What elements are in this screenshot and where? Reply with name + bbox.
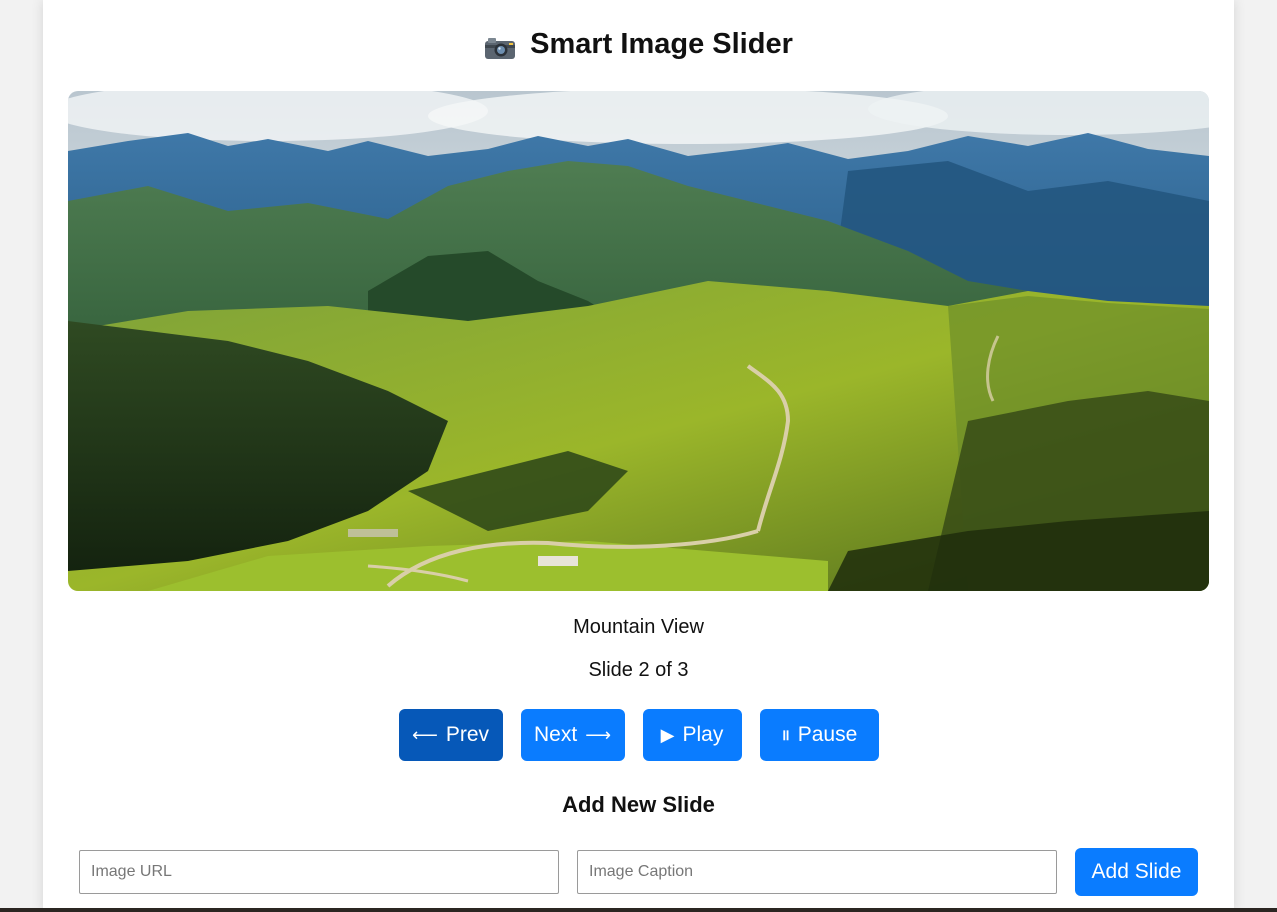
play-button[interactable]: ▶ Play xyxy=(642,709,742,761)
page-title-text: Smart Image Slider xyxy=(530,28,793,60)
image-caption-input[interactable] xyxy=(577,850,1057,894)
image-url-input[interactable] xyxy=(79,850,559,894)
arrow-right-icon: ⟶ xyxy=(585,725,611,745)
prev-label: Prev xyxy=(445,723,489,746)
add-slide-title: Add New Slide xyxy=(562,792,715,817)
slider-controls: ⟵ Prev Next ⟶ ▶ Play ॥ Pause xyxy=(43,709,1234,761)
page-title: Smart Image Slider xyxy=(43,28,1234,61)
play-label: Play xyxy=(682,723,724,746)
add-slide-form: Add Slide xyxy=(79,848,1198,896)
pause-icon: ॥ xyxy=(780,726,790,744)
slide-counter: Slide 2 of 3 xyxy=(588,659,689,681)
pause-label: Pause xyxy=(797,723,858,746)
next-button[interactable]: Next ⟶ xyxy=(520,709,625,761)
camera-icon xyxy=(484,35,516,59)
page-bottom-strip xyxy=(0,908,1277,912)
slide-caption: Mountain View xyxy=(573,616,704,638)
prev-button[interactable]: ⟵ Prev xyxy=(398,709,503,761)
next-label: Next xyxy=(534,723,578,746)
mountain-landscape-image xyxy=(68,91,1209,591)
play-icon: ▶ xyxy=(660,725,675,745)
add-slide-button[interactable]: Add Slide xyxy=(1075,848,1198,896)
arrow-left-icon: ⟵ xyxy=(412,725,438,745)
slide-image xyxy=(68,91,1209,591)
pause-button[interactable]: ॥ Pause xyxy=(759,709,879,761)
slider-card: Smart Image Slider Mountain View Slide 2… xyxy=(43,0,1234,912)
